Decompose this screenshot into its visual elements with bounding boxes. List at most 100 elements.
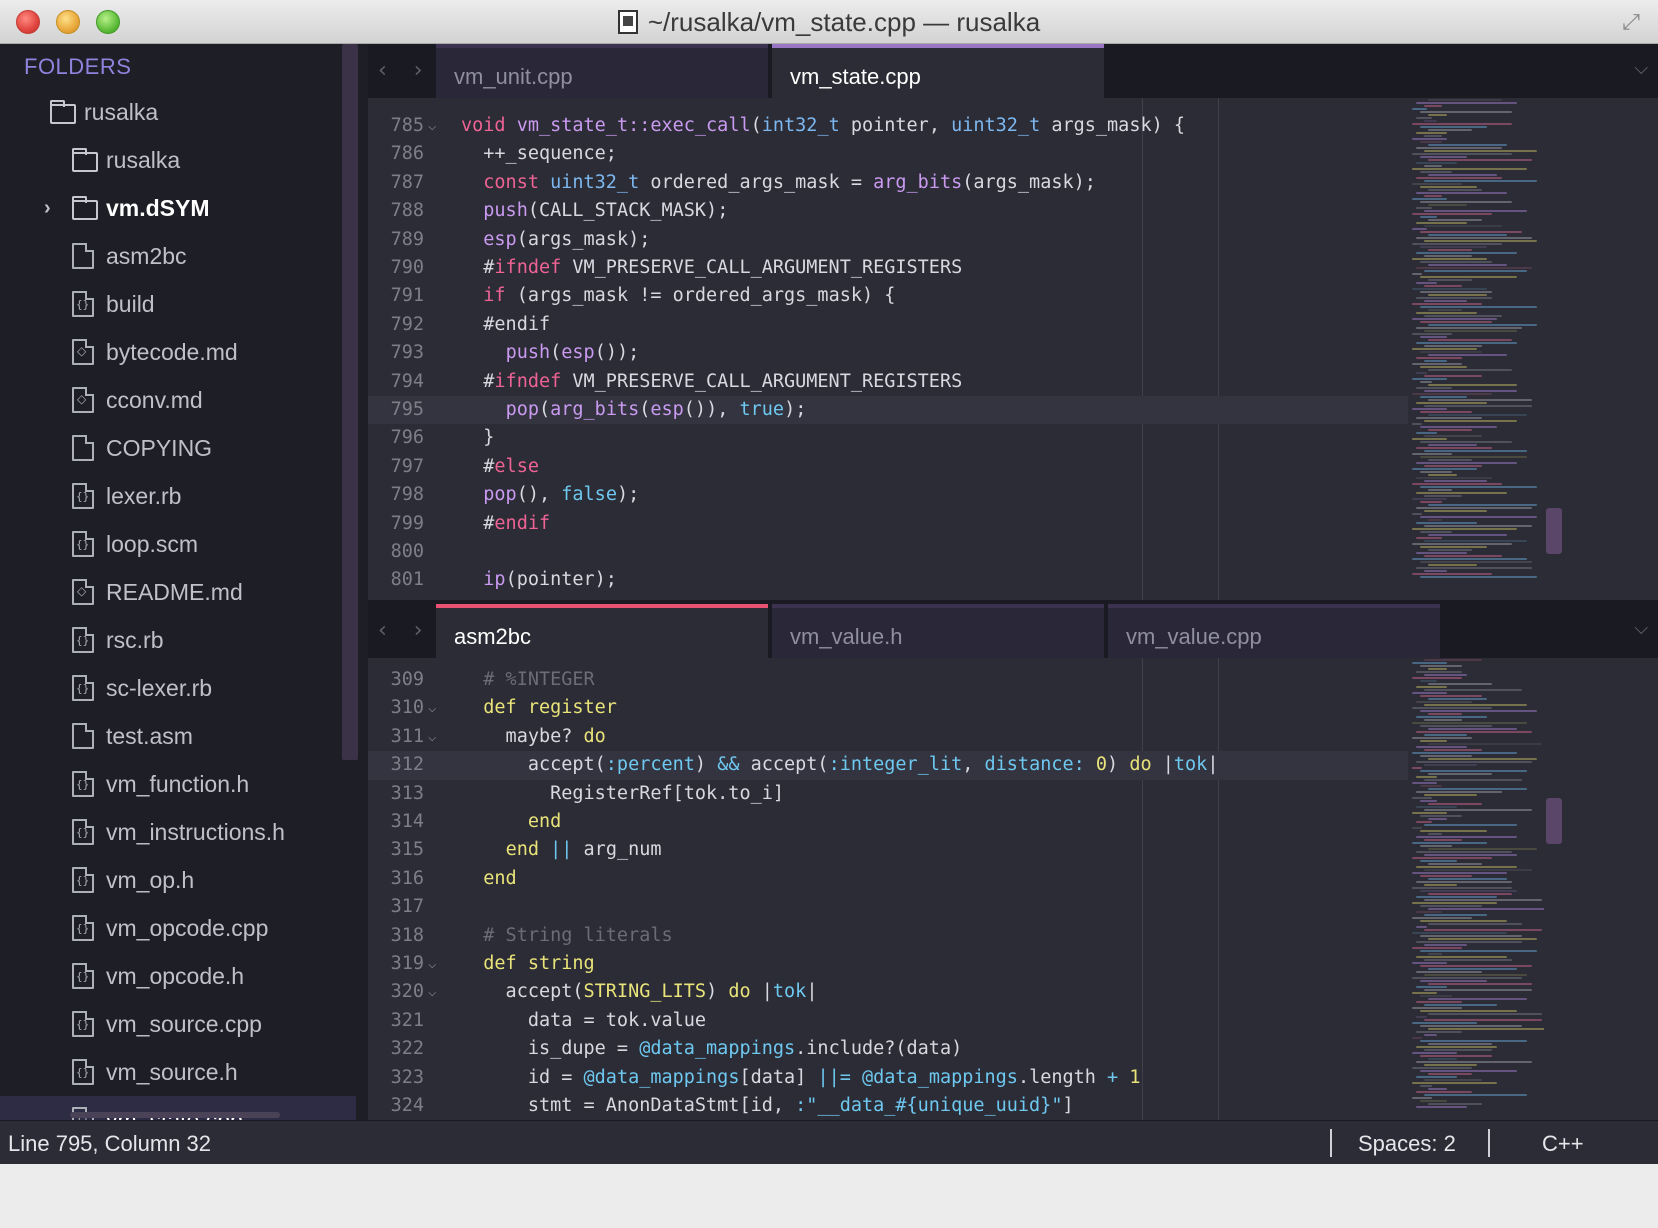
- tab-asm2bc[interactable]: asm2bc: [436, 604, 768, 658]
- sidebar-item-readme-md[interactable]: README.md: [0, 568, 356, 616]
- sidebar-item-vm-source-h[interactable]: vm_source.h: [0, 1048, 356, 1096]
- code-line[interactable]: 316 end: [368, 865, 1408, 893]
- sidebar-item-test-asm[interactable]: test.asm: [0, 712, 356, 760]
- code-line[interactable]: 800: [368, 538, 1408, 566]
- code-line[interactable]: 788 push(CALL_STACK_MASK);: [368, 197, 1408, 225]
- sidebar-item-cconv-md[interactable]: cconv.md: [0, 376, 356, 424]
- sidebar-item-sc-lexer-rb[interactable]: sc-lexer.rb: [0, 664, 356, 712]
- code-line[interactable]: 311 ⌵ maybe? do: [368, 723, 1408, 751]
- sidebar-item-label: vm_source.cpp: [106, 1010, 262, 1037]
- sidebar-item-vm-source-cpp[interactable]: vm_source.cpp: [0, 1000, 356, 1048]
- fold-arrow-icon[interactable]: ⌵: [428, 694, 436, 722]
- code-line[interactable]: 314 end: [368, 808, 1408, 836]
- code-text: end: [527, 811, 562, 832]
- sidebar-item-copying[interactable]: COPYING: [0, 424, 356, 472]
- line-number: 312: [390, 754, 424, 776]
- code-line[interactable]: 787 const uint32_t ordered_args_mask = a…: [368, 169, 1408, 197]
- file-icon: [72, 627, 94, 653]
- fullscreen-icon[interactable]: ⤢: [1618, 10, 1644, 36]
- sidebar-item-vm-instructions-h[interactable]: vm_instructions.h: [0, 808, 356, 856]
- code-line[interactable]: 322 is_dupe = @data_mappings.include?(da…: [368, 1035, 1408, 1063]
- code-line[interactable]: 324 stmt = AnonDataStmt[id, :"__data_#{u…: [368, 1092, 1408, 1120]
- minimap-top[interactable]: [1408, 98, 1544, 600]
- code-text: ++_sequence;: [461, 143, 617, 165]
- code-text: id = @data_mappings[data] ||= @data_mapp…: [461, 1066, 1141, 1088]
- sidebar-item-bytecode-md[interactable]: bytecode.md: [0, 328, 356, 376]
- code-line[interactable]: 318 # String literals: [368, 922, 1408, 950]
- line-number: 790: [390, 257, 424, 278]
- scrollbar-thumb[interactable]: [1546, 798, 1562, 844]
- code-line[interactable]: 801 ip(pointer);: [368, 566, 1408, 594]
- code-line[interactable]: 797 #else: [368, 453, 1408, 481]
- code-line[interactable]: 321 data = tok.value: [368, 1007, 1408, 1035]
- code-line[interactable]: 317: [368, 893, 1408, 921]
- tab-vm-value-h[interactable]: vm_value.h: [772, 604, 1104, 658]
- sidebar-item-label: sc-lexer.rb: [106, 674, 213, 701]
- code-line[interactable]: 786 ++_sequence;: [368, 140, 1408, 168]
- cursor-position[interactable]: Line 795, Column 32: [8, 1131, 211, 1157]
- code-line[interactable]: 785 ⌵ void vm_state_t::exec_call(int32_t p…: [368, 112, 1408, 140]
- code-line[interactable]: 796 }: [368, 424, 1408, 452]
- code-line[interactable]: 792 #endif: [368, 311, 1408, 339]
- fold-arrow-icon[interactable]: ⌵: [428, 723, 436, 751]
- code-line[interactable]: 794 #ifndef VM_PRESERVE_CALL_ARGUMENT_RE…: [368, 368, 1408, 396]
- tab-label: asm2bc: [454, 624, 532, 649]
- sidebar-item-vm-op-h[interactable]: vm_op.h: [0, 856, 356, 904]
- sidebar-scrollbar[interactable]: [342, 44, 358, 760]
- code-line[interactable]: 793 push(esp());: [368, 339, 1408, 367]
- sidebar-item-vm-dsym[interactable]: › vm.dSYM: [0, 184, 356, 232]
- chevron-down-icon[interactable]: ⌵: [1634, 58, 1648, 79]
- indentation-setting[interactable]: Spaces: 2: [1358, 1131, 1456, 1157]
- file-icon: [72, 1011, 94, 1037]
- file-icon: [72, 291, 94, 317]
- tab-nav-arrows[interactable]: ‹ ›: [378, 618, 433, 643]
- scrollbar-top[interactable]: [1544, 98, 1564, 600]
- sidebar-item-label: bytecode.md: [106, 338, 238, 365]
- scrollbar-bottom[interactable]: [1544, 658, 1564, 1120]
- code-text: end: [483, 867, 517, 889]
- tab-vm-state-cpp[interactable]: vm_state.cpp: [772, 44, 1104, 98]
- chevron-right-icon[interactable]: ›: [44, 197, 51, 220]
- scrollbar-thumb[interactable]: [1546, 508, 1562, 554]
- minimap-bottom[interactable]: [1408, 658, 1544, 1120]
- tab-vm-unit-cpp[interactable]: vm_unit.cpp: [436, 44, 768, 98]
- sidebar-item-rsc-rb[interactable]: rsc.rb: [0, 616, 356, 664]
- code-line[interactable]: 323 id = @data_mappings[data] ||= @data_…: [368, 1064, 1408, 1092]
- sidebar-item-asm2bc[interactable]: asm2bc: [0, 232, 356, 280]
- code-text: RegisterRef[tok.to_i]: [461, 782, 785, 804]
- line-number: 796: [390, 427, 424, 449]
- code-line[interactable]: 799 #endif: [368, 510, 1408, 538]
- line-number: 321: [390, 1009, 424, 1031]
- tab-nav-arrows[interactable]: ‹ ›: [378, 58, 433, 83]
- sidebar-item-rusalka[interactable]: rusalka: [0, 88, 356, 136]
- code-line[interactable]: 315 end || arg_num: [368, 836, 1408, 864]
- code-text: end || arg_num: [505, 839, 662, 861]
- fold-arrow-icon[interactable]: ⌵: [428, 112, 436, 140]
- fold-arrow-icon[interactable]: ⌵: [428, 950, 436, 978]
- code-line[interactable]: 790 #ifndef VM_PRESERVE_CALL_ARGUMENT_RE…: [368, 254, 1408, 282]
- code-line[interactable]: 313 RegisterRef[tok.to_i]: [368, 780, 1408, 808]
- sidebar-item-vm-opcode-cpp[interactable]: vm_opcode.cpp: [0, 904, 356, 952]
- code-line[interactable]: 798 pop(), false);: [368, 481, 1408, 509]
- code-line[interactable]: 309 # %INTEGER: [368, 666, 1408, 694]
- code-line[interactable]: 320 ⌵ accept(STRING_LITS) do |tok|: [368, 978, 1408, 1006]
- code-text: #ifndef VM_PRESERVE_CALL_ARGUMENT_REGIST…: [461, 257, 963, 278]
- code-line[interactable]: 795 pop(arg_bits(esp()), true);: [368, 396, 1408, 425]
- syntax-selector[interactable]: C++: [1542, 1131, 1584, 1157]
- sidebar-item-lexer-rb[interactable]: lexer.rb: [0, 472, 356, 520]
- sidebar-item-label: rusalka: [84, 98, 159, 125]
- sidebar-item-build[interactable]: build: [0, 280, 356, 328]
- chevron-down-icon[interactable]: ⌵: [1634, 618, 1648, 639]
- code-line[interactable]: 312 accept(:percent) && accept(:integer_…: [368, 751, 1408, 780]
- sidebar-horizontal-scrollbar[interactable]: [70, 1112, 280, 1118]
- tab-vm-value-cpp[interactable]: vm_value.cpp: [1108, 604, 1440, 658]
- code-line[interactable]: 319 ⌵ def string: [368, 950, 1408, 978]
- code-line[interactable]: 310 ⌵ def register: [368, 694, 1408, 722]
- sidebar-item-loop-scm[interactable]: loop.scm: [0, 520, 356, 568]
- sidebar-item-rusalka[interactable]: rusalka: [0, 136, 356, 184]
- code-line[interactable]: 791 if (args_mask != ordered_args_mask) …: [368, 282, 1408, 310]
- sidebar-item-vm-opcode-h[interactable]: vm_opcode.h: [0, 952, 356, 1000]
- fold-arrow-icon[interactable]: ⌵: [428, 978, 436, 1006]
- code-line[interactable]: 789 esp(args_mask);: [368, 226, 1408, 254]
- sidebar-item-vm-function-h[interactable]: vm_function.h: [0, 760, 356, 808]
